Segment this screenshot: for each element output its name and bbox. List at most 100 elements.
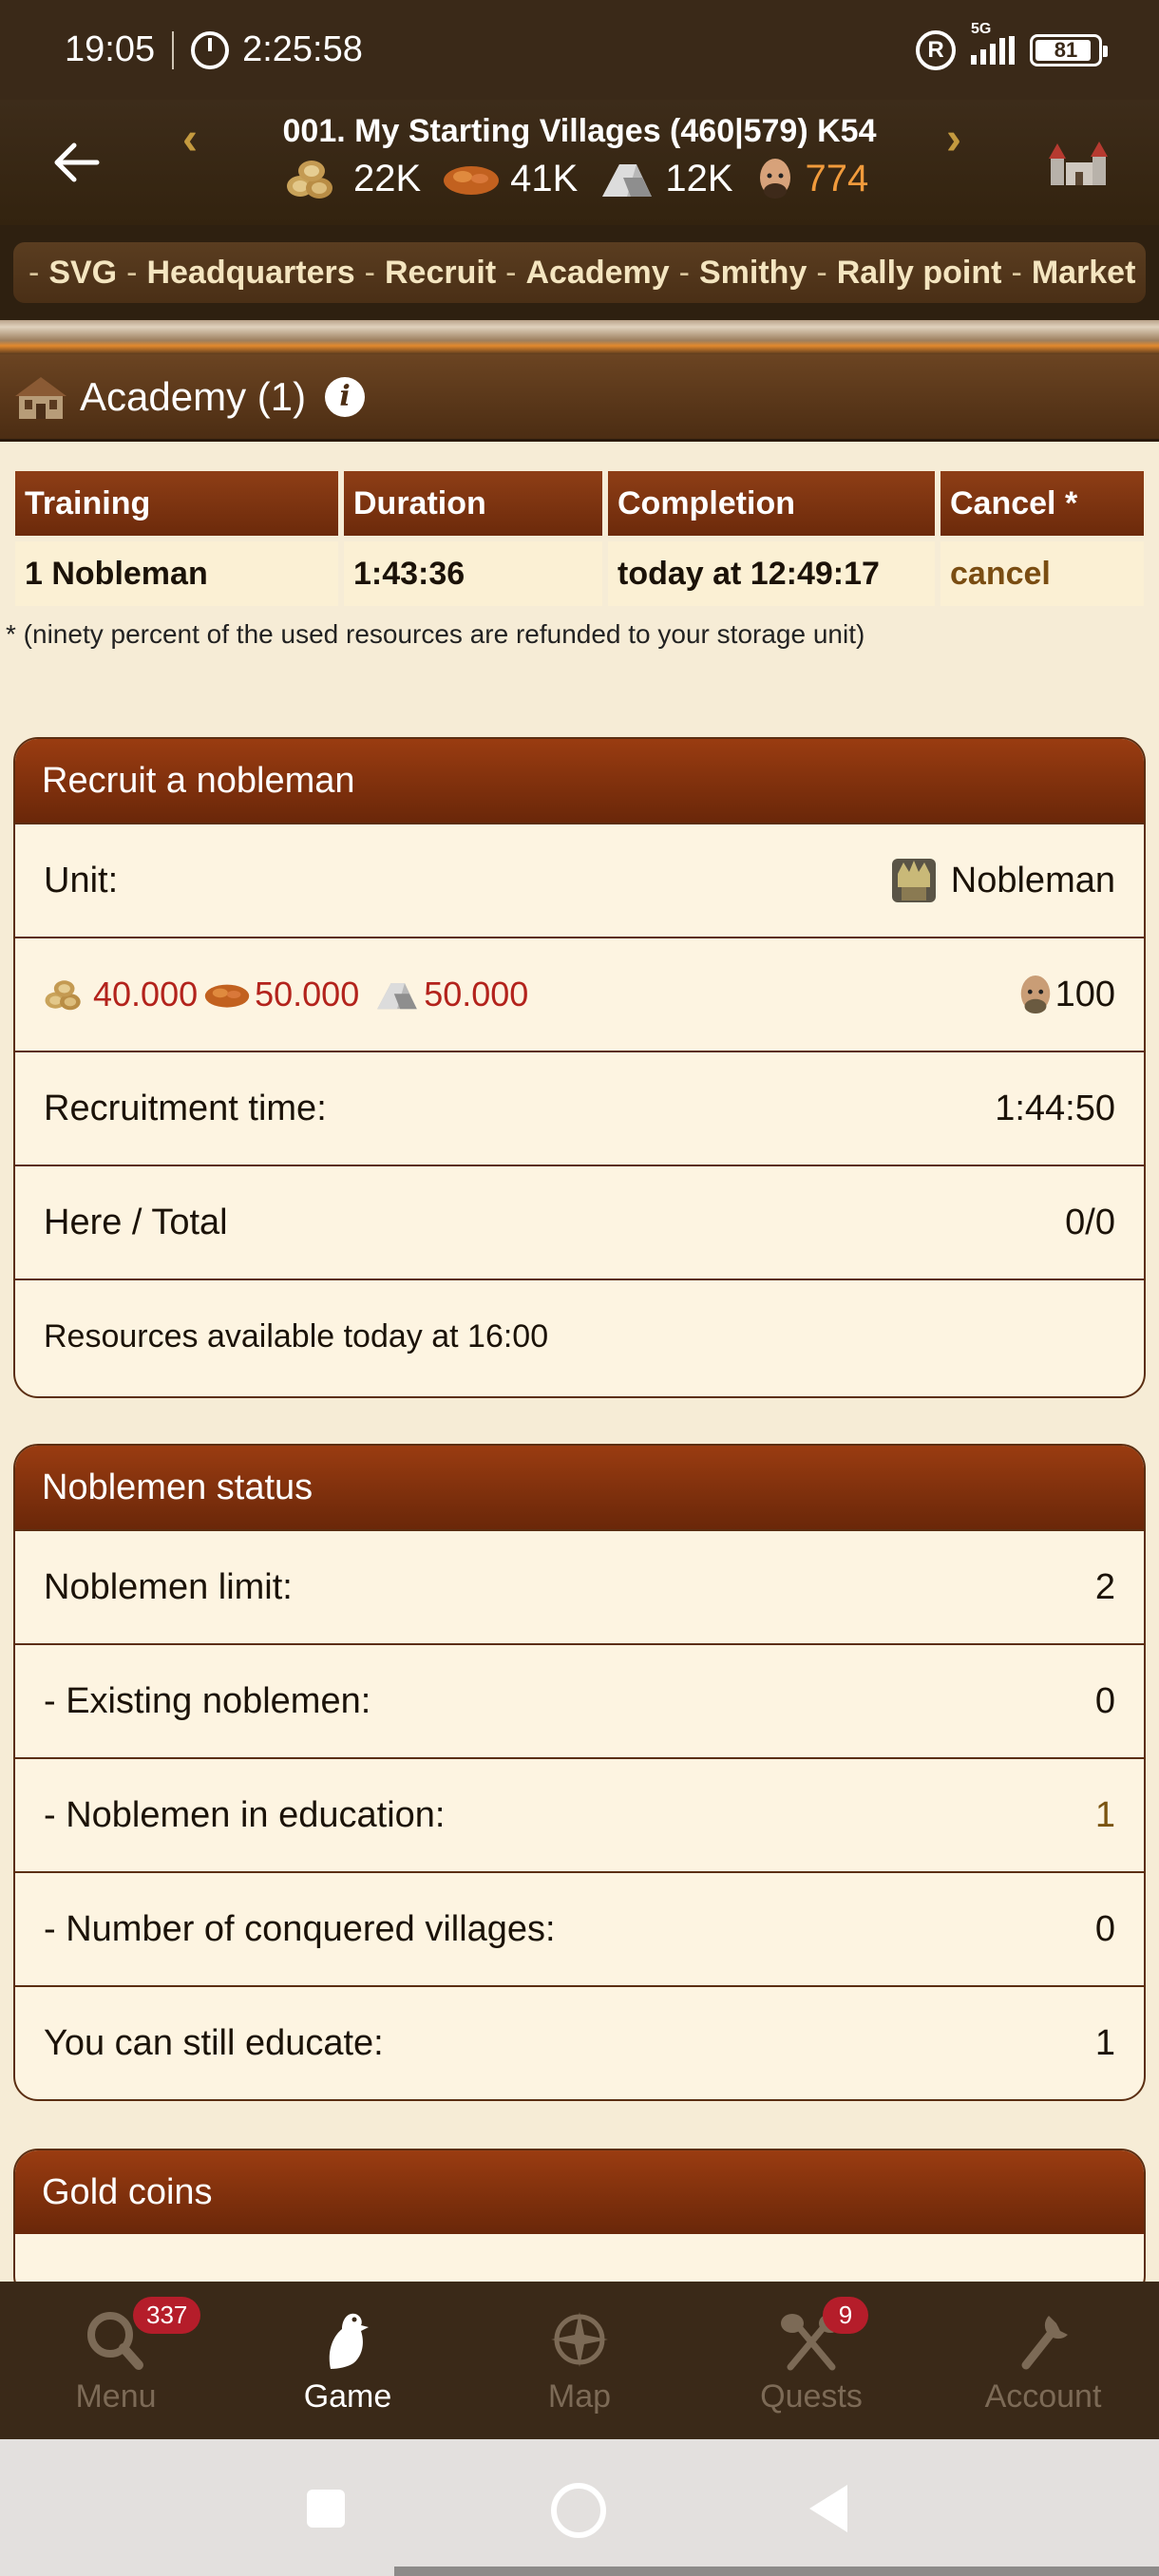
village-title[interactable]: 001. My Starting Villages (460|579) K54 [228, 113, 931, 150]
recruit-nobleman-panel: Recruit a nobleman Unit: Nobleman 40.000 [13, 737, 1146, 1398]
gold-coins-title: Gold coins [15, 2150, 1144, 2234]
iron-amount: 12K [665, 157, 733, 199]
clay-amount: 41K [510, 157, 579, 199]
resource-bar: 22K 41K 12K 774 [285, 157, 889, 200]
back-triangle-icon[interactable] [808, 2483, 851, 2534]
decorative-divider [0, 320, 1159, 354]
cost-wood: 40.000 [93, 975, 199, 1013]
noblemen-in-education-label: - Noblemen in education: [44, 1794, 446, 1835]
raven-icon [329, 2313, 369, 2369]
back-arrow-icon[interactable] [51, 138, 101, 187]
battery-level: 81 [1054, 37, 1078, 62]
wood-resource[interactable]: 22K [285, 158, 421, 200]
training-cell: 1 Nobleman [15, 541, 338, 606]
crumb-academy[interactable]: Academy [525, 255, 669, 292]
crumb-market[interactable]: Market [1032, 255, 1136, 292]
village-header: ‹ 001. My Starting Villages (460|579) K5… [0, 100, 1159, 225]
cancel-link[interactable]: cancel [940, 541, 1144, 606]
recents-square-icon[interactable] [304, 2487, 348, 2530]
completion-cell: today at 12:49:17 [608, 541, 935, 606]
recruitment-time-row: Recruitment time: 1:44:50 [15, 1051, 1144, 1165]
wood-amount: 22K [353, 157, 422, 199]
wood-icon [45, 980, 81, 1011]
cost-row: 40.000 50.000 50.000 100 [15, 937, 1144, 1051]
status-row: - Number of conquered villages: 0 [15, 1871, 1144, 1985]
clay-icon [204, 984, 250, 1008]
next-village-arrow-icon[interactable]: › [946, 113, 961, 165]
registered-icon: R [916, 29, 956, 70]
bottom-navigation: Menu 337 Game Map Quests 9 Account [0, 2282, 1159, 2439]
system-navigation-bar [0, 2439, 1159, 2576]
nav-map-label: Map [547, 2378, 612, 2415]
nav-game-label: Game [303, 2378, 392, 2415]
existing-noblemen-value: 0 [1094, 1680, 1115, 1721]
population-amount: 774 [805, 157, 869, 199]
table-row: 1 Nobleman 1:43:36 today at 12:49:17 can… [15, 541, 1144, 606]
recruitment-time-value: 1:44:50 [995, 1088, 1115, 1128]
page-title: Academy (1) [80, 373, 307, 419]
nav-map[interactable]: Map [464, 2282, 695, 2439]
population-face-icon [759, 159, 790, 199]
nav-account[interactable]: Account [927, 2282, 1159, 2439]
unit-name[interactable]: Nobleman [951, 861, 1115, 901]
here-total-row: Here / Total 0/0 [15, 1165, 1144, 1279]
nobleman-unit-icon [891, 859, 936, 902]
here-total-label: Here / Total [44, 1202, 228, 1242]
nav-quests-label: Quests [760, 2378, 863, 2415]
info-icon[interactable]: i [325, 376, 366, 417]
noblemen-status-title: Noblemen status [15, 1446, 1144, 1529]
population-resource[interactable]: 774 [754, 157, 869, 200]
unit-label: Unit: [44, 860, 119, 900]
status-row: You can still educate: 1 [15, 1985, 1144, 2099]
status-timer: 2:25:58 [242, 29, 363, 69]
clay-icon [444, 166, 500, 195]
recruit-panel-title: Recruit a nobleman [15, 739, 1144, 823]
cost-iron: 50.000 [424, 975, 529, 1013]
resources-available-text: Resources available today at 16:00 [44, 1317, 549, 1354]
wood-icon [287, 161, 332, 199]
menu-badge: 337 [133, 2297, 201, 2334]
conquered-villages-value: 0 [1094, 1908, 1115, 1949]
previous-village-arrow-icon[interactable]: ‹ [182, 113, 198, 165]
home-circle-icon[interactable] [549, 2481, 608, 2540]
cost-population: 100 [1054, 974, 1115, 1014]
unit-row: Unit: Nobleman [15, 823, 1144, 937]
conquered-villages-label: - Number of conquered villages: [44, 1908, 556, 1949]
column-header-training: Training [15, 471, 338, 536]
can-still-educate-value: 1 [1094, 2022, 1115, 2063]
nav-menu-label: Menu [75, 2378, 157, 2415]
gesture-indicator [394, 2567, 1159, 2576]
crumb-headquarters[interactable]: Headquarters [146, 255, 354, 292]
building-navigation-bar: - SVG - Headquarters - Recruit - Academy… [0, 225, 1159, 320]
can-still-educate-label: You can still educate: [44, 2022, 384, 2063]
village-overview-castle-icon[interactable] [1045, 138, 1112, 191]
crumb-more-icon[interactable]: » [1145, 256, 1146, 289]
noblemen-status-panel: Noblemen status Noblemen limit: 2 - Exis… [13, 1444, 1146, 2101]
nav-account-label: Account [984, 2378, 1102, 2415]
existing-noblemen-label: - Existing noblemen: [44, 1680, 371, 1721]
crumb-smithy[interactable]: Smithy [699, 255, 807, 292]
nav-quests[interactable]: Quests 9 [695, 2282, 927, 2439]
crumb-rally-point[interactable]: Rally point [837, 255, 1002, 292]
noblemen-limit-label: Noblemen limit: [44, 1566, 293, 1607]
status-time: 19:05 [65, 29, 156, 69]
iron-icon [602, 164, 653, 197]
availability-row: Resources available today at 16:00 [15, 1279, 1144, 1392]
column-header-cancel: Cancel * [940, 471, 1144, 536]
battery-icon: 81 [1030, 33, 1108, 66]
nav-game[interactable]: Game [232, 2282, 464, 2439]
nav-menu[interactable]: Menu 337 [0, 2282, 232, 2439]
timer-icon [191, 30, 230, 69]
wrench-icon [1021, 2316, 1068, 2370]
here-total-value: 0/0 [1065, 1202, 1115, 1242]
breadcrumb: - SVG - Headquarters - Recruit - Academy… [13, 242, 1146, 303]
noblemen-in-education-value[interactable]: 1 [1095, 1795, 1115, 1836]
building-header: Academy (1) i [0, 354, 1159, 442]
crumb-recruit[interactable]: Recruit [385, 255, 496, 292]
crumb-svg[interactable]: SVG [48, 255, 117, 292]
column-header-duration: Duration [344, 471, 602, 536]
gold-coins-panel: Gold coins [13, 2149, 1146, 2301]
iron-resource[interactable]: 12K [598, 157, 733, 200]
signal-icon: 5G [971, 21, 1015, 65]
clay-resource[interactable]: 41K [442, 158, 578, 200]
